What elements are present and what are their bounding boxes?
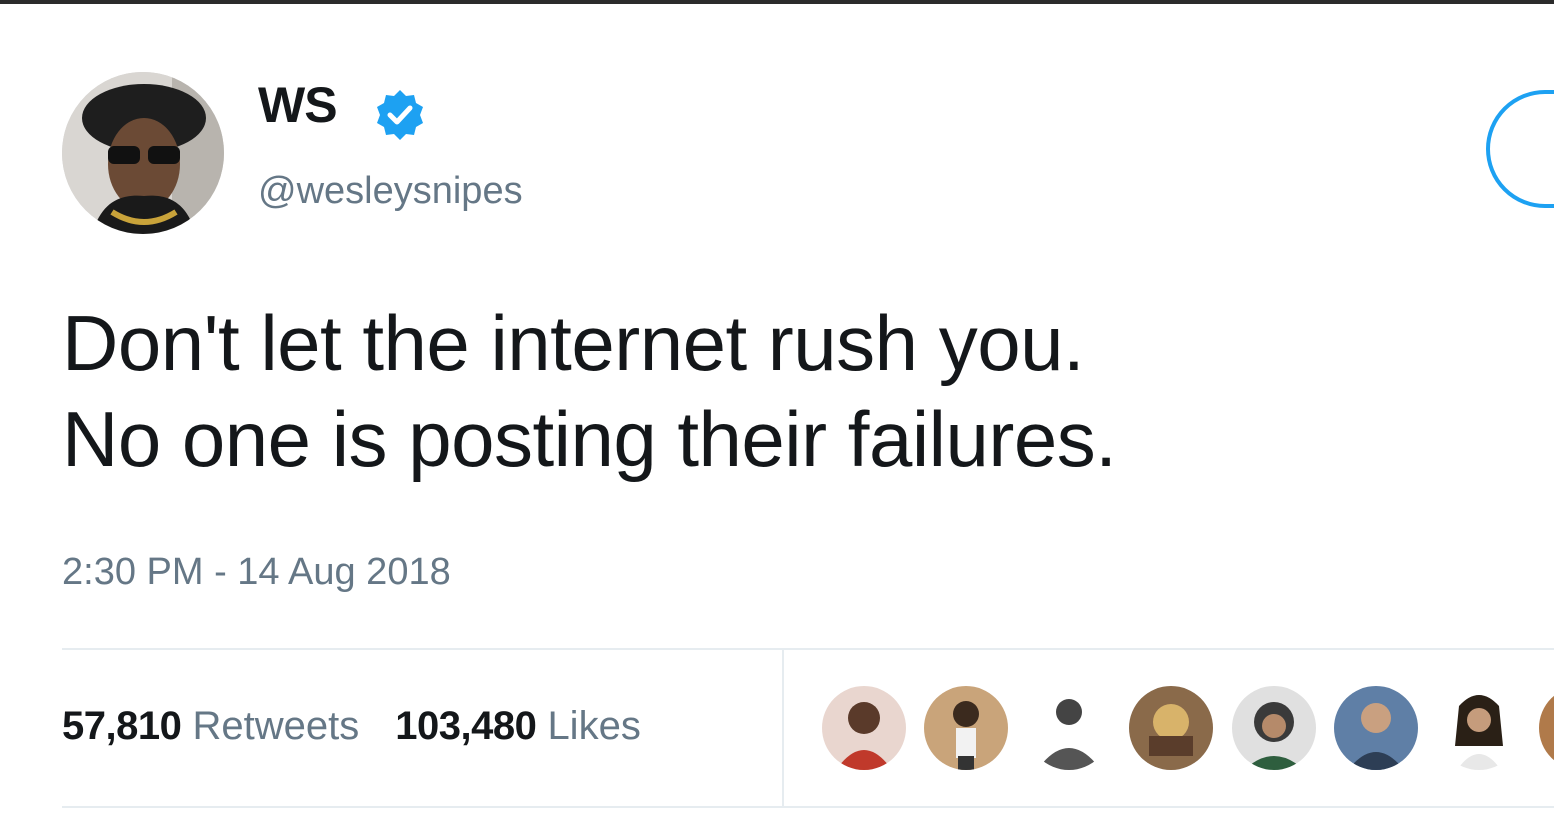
liker-avatar[interactable]	[1436, 686, 1521, 770]
author-handle[interactable]: @wesleysnipes	[258, 172, 523, 210]
tweet-stats: 57,810 Retweets 103,480 Likes	[62, 706, 641, 746]
avatar-image	[62, 72, 224, 234]
follow-button[interactable]	[1486, 90, 1554, 208]
liker-avatar[interactable]	[1026, 686, 1111, 770]
liker-avatar[interactable]	[1129, 686, 1214, 770]
author-avatar[interactable]	[62, 72, 224, 234]
likes-label: Likes	[547, 704, 641, 748]
retweets-stat[interactable]: 57,810 Retweets	[62, 704, 359, 748]
top-border	[0, 0, 1554, 4]
liker-avatar[interactable]	[1539, 686, 1554, 770]
divider	[62, 806, 1554, 808]
tweet-card: WS @wesleysnipes Don't let the internet …	[0, 0, 1554, 814]
tweet-text: Don't let the internet rush you. No one …	[62, 295, 1482, 487]
tweet-timestamp[interactable]: 2:30 PM - 14 Aug 2018	[62, 553, 451, 591]
likes-stat[interactable]: 103,480 Likes	[395, 704, 641, 748]
divider	[62, 648, 1554, 650]
retweets-label: Retweets	[192, 704, 360, 748]
divider	[782, 650, 784, 806]
tweet-text-line: No one is posting their failures.	[62, 395, 1117, 483]
verified-badge-icon	[377, 90, 423, 140]
liker-avatar[interactable]	[1334, 686, 1419, 770]
liked-by-avatars	[822, 686, 1554, 772]
liker-avatar[interactable]	[924, 686, 1009, 770]
likes-count: 103,480	[395, 704, 537, 748]
retweets-count: 57,810	[62, 704, 182, 748]
author-display-name[interactable]: WS	[258, 80, 338, 130]
liker-avatar[interactable]	[822, 686, 906, 770]
tweet-text-line: Don't let the internet rush you.	[62, 299, 1085, 387]
liker-avatar[interactable]	[1231, 686, 1316, 770]
